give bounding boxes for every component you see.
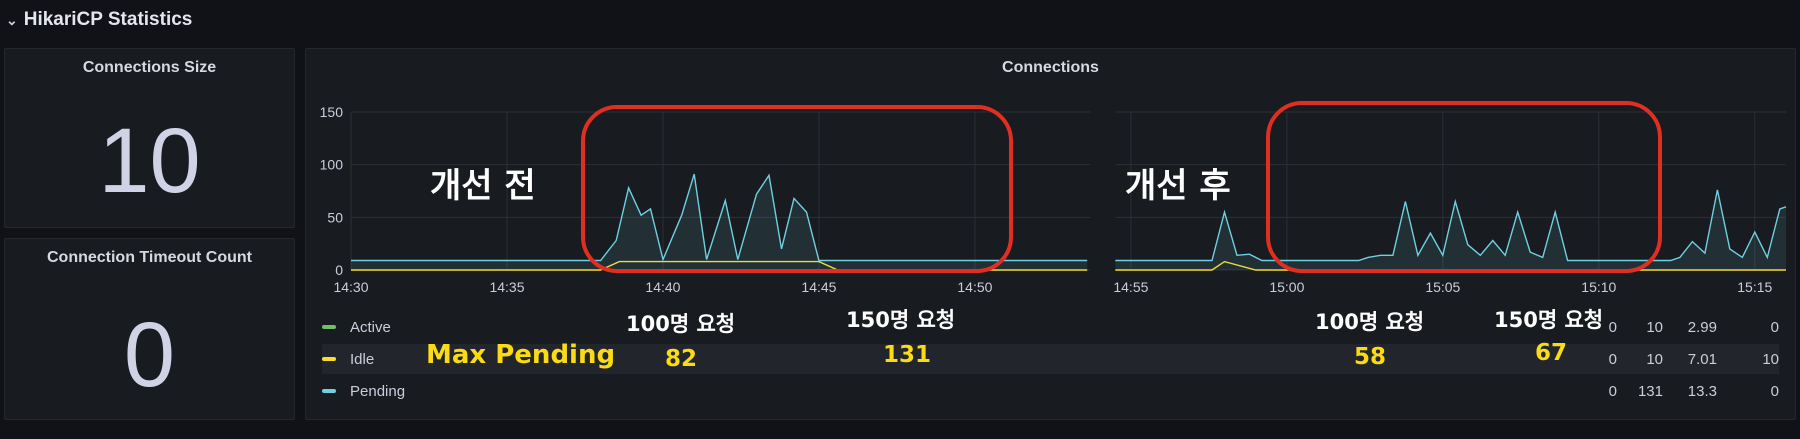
legend-max: 10 xyxy=(1646,350,1663,368)
y-tick-label: 50 xyxy=(327,209,343,225)
stat-value: 0 xyxy=(123,304,176,406)
legend-last: 0 xyxy=(1770,318,1779,336)
stat-panel-timeout-count[interactable]: Connection Timeout Count 0 xyxy=(4,238,295,420)
annotation-req-100-a: 100명 요청 xyxy=(626,312,736,336)
x-tick-label: 15:15 xyxy=(1737,279,1772,295)
annotation-max-pending: Max Pending xyxy=(426,340,616,370)
legend-name: Pending xyxy=(350,382,406,400)
legend-min: 0 xyxy=(1608,350,1617,368)
annotation-req-150-a: 150명 요청 xyxy=(846,308,956,332)
legend-last: 10 xyxy=(1762,350,1779,368)
annotation-val-131: 131 xyxy=(883,342,932,368)
annotation-before: 개선 전 xyxy=(430,166,536,206)
data-gap xyxy=(1090,110,1116,274)
x-tick-label: 15:00 xyxy=(1269,279,1304,295)
annotation-req-100-b: 100명 요청 xyxy=(1315,310,1425,334)
annotation-after: 개선 후 xyxy=(1125,166,1231,206)
legend-min: 0 xyxy=(1608,382,1617,400)
x-tick-label: 14:45 xyxy=(801,279,836,295)
annotation-req-150-b: 150명 요청 xyxy=(1494,308,1604,332)
panel-title: Connection Timeout Count xyxy=(46,249,252,266)
x-tick-label: 14:35 xyxy=(489,279,524,295)
legend-swatch xyxy=(322,357,336,361)
legend-max: 10 xyxy=(1646,318,1663,336)
legend-last: 0 xyxy=(1770,382,1779,400)
chevron-down-icon[interactable]: ⌄ xyxy=(6,12,18,29)
legend-swatch xyxy=(322,325,336,329)
stat-panel-connections-size[interactable]: Connections Size 10 xyxy=(4,48,295,228)
x-tick-label: 14:30 xyxy=(333,279,368,295)
legend-row-pending[interactable]: Pending 0 131 13.3 0 xyxy=(322,376,1779,406)
legend-mean: 2.99 xyxy=(1687,318,1717,336)
y-tick-label: 0 xyxy=(335,262,343,278)
x-tick-label: 14:50 xyxy=(957,279,992,295)
x-tick-label: 15:05 xyxy=(1425,279,1460,295)
x-tick-label: 14:40 xyxy=(645,279,680,295)
y-tick-label: 150 xyxy=(320,104,344,120)
legend-max: 131 xyxy=(1637,382,1663,400)
panel-title: Connections Size xyxy=(82,59,217,76)
x-tick-label: 15:10 xyxy=(1581,279,1616,295)
annotation-val-67: 67 xyxy=(1535,340,1568,366)
annotation-val-58: 58 xyxy=(1354,344,1387,370)
stat-value: 10 xyxy=(98,110,201,212)
legend-mean: 13.3 xyxy=(1687,382,1717,400)
x-tick-label: 14:55 xyxy=(1113,279,1148,295)
row-header[interactable]: ⌄ HikariCP Statistics xyxy=(6,6,192,34)
y-tick-label: 100 xyxy=(320,157,344,173)
legend-name: Active xyxy=(350,318,391,336)
legend-swatch xyxy=(322,389,336,393)
annotation-val-82: 82 xyxy=(665,346,698,372)
row-title: HikariCP Statistics xyxy=(23,9,193,30)
legend-mean: 7.01 xyxy=(1687,350,1717,368)
